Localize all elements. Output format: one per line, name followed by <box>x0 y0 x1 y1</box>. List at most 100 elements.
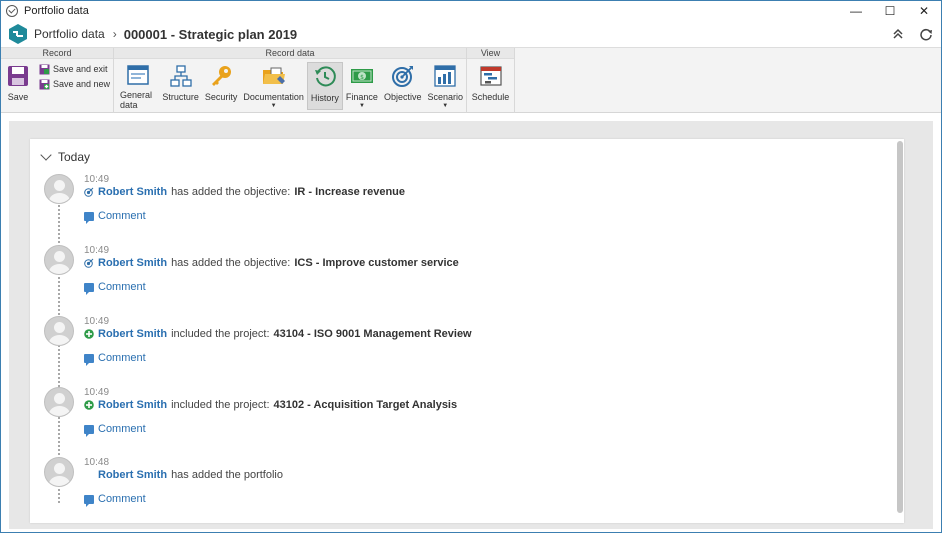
entry-text: Robert Smith has added the objective: IR… <box>84 186 405 198</box>
entry-target: ICS - Improve customer service <box>294 257 459 269</box>
user-link[interactable]: Robert Smith <box>98 186 167 198</box>
finance-button[interactable]: $ Finance ▼ <box>343 62 381 110</box>
vertical-scrollbar[interactable] <box>897 141 903 513</box>
structure-icon <box>169 65 192 87</box>
section-toggle-today[interactable]: Today <box>40 149 90 164</box>
entry-action: included the project: <box>171 328 270 340</box>
entry-time: 10:49 <box>84 174 110 185</box>
scenario-label: Scenario <box>427 92 463 102</box>
timeline-entry: 10:49 Robert Smith has added the objecti… <box>44 174 884 234</box>
comment-label: Comment <box>98 281 146 293</box>
comment-link[interactable]: Comment <box>84 352 146 366</box>
entry-action: included the project: <box>171 399 270 411</box>
entry-action: has added the objective: <box>171 186 291 198</box>
user-link[interactable]: Robert Smith <box>98 328 167 340</box>
general-data-label: General data <box>120 90 153 110</box>
minimize-button[interactable]: — <box>839 1 873 21</box>
refresh-icon[interactable] <box>917 25 935 43</box>
entry-text: Robert Smith has added the objective: IC… <box>84 257 459 269</box>
history-timeline-card: Today 10:49 Robert Smith has added the o… <box>30 139 904 523</box>
finance-label: Finance <box>345 92 378 102</box>
entry-time: 10:48 <box>84 457 110 468</box>
app-window: Portfolio data — ☐ ✕ Portfolio data › 00… <box>0 0 942 533</box>
scenario-dropdown-icon: ▼ <box>442 103 449 109</box>
comment-icon <box>84 282 94 295</box>
structure-label: Structure <box>162 92 199 102</box>
entry-time: 10:49 <box>84 316 110 327</box>
user-link[interactable]: Robert Smith <box>98 469 167 481</box>
money-icon: $ <box>350 69 373 83</box>
comment-label: Comment <box>98 210 146 222</box>
save-and-exit-button[interactable]: Save and exit <box>39 63 110 75</box>
scenario-icon <box>434 65 456 87</box>
history-label: History <box>310 93 339 103</box>
comment-label: Comment <box>98 423 146 435</box>
ribbon-toolbar: Record Save Save and exit Save and new R… <box>1 47 941 113</box>
scenario-button[interactable]: Scenario ▼ <box>424 62 466 110</box>
comment-link[interactable]: Comment <box>84 493 146 507</box>
timeline-entry: 10:48 Robert Smith has added the portfol… <box>44 457 884 517</box>
entry-icon-placeholder <box>84 470 94 480</box>
add-icon <box>84 400 94 410</box>
security-button[interactable]: Security <box>202 62 241 110</box>
documentation-button[interactable]: Documentation ▼ <box>240 62 307 110</box>
history-content-area: Today 10:49 Robert Smith has added the o… <box>9 121 933 529</box>
comment-link[interactable]: Comment <box>84 281 146 295</box>
title-bar: Portfolio data — ☐ ✕ <box>1 1 941 21</box>
avatar <box>44 245 74 275</box>
ribbon-group-record: Record Save Save and exit Save and new <box>1 48 114 113</box>
app-check-icon <box>6 5 18 17</box>
user-link[interactable]: Robert Smith <box>98 399 167 411</box>
entry-text: Robert Smith included the project: 43104… <box>84 328 472 340</box>
breadcrumb[interactable]: Portfolio data <box>34 27 105 41</box>
header-actions <box>889 25 935 43</box>
save-and-new-label: Save and new <box>53 79 111 89</box>
group-label-view: View <box>467 48 514 59</box>
maximize-button[interactable]: ☐ <box>873 1 907 21</box>
breadcrumb-separator-icon: › <box>112 27 117 41</box>
entry-action: has added the objective: <box>171 257 291 269</box>
finance-dropdown-icon: ▼ <box>358 103 365 109</box>
history-button[interactable]: History <box>306 62 343 110</box>
objective-icon <box>84 187 94 197</box>
avatar <box>44 387 74 417</box>
save-and-new-button[interactable]: Save and new <box>39 78 110 90</box>
timeline-entry: 10:49 Robert Smith included the project:… <box>44 316 884 376</box>
user-link[interactable]: Robert Smith <box>98 257 167 269</box>
structure-button[interactable]: Structure <box>159 62 202 110</box>
folder-document-icon <box>262 67 285 84</box>
save-button[interactable]: Save <box>1 62 35 110</box>
save-label: Save <box>7 92 29 102</box>
chevron-down-icon <box>40 149 52 161</box>
schedule-button[interactable]: Schedule <box>469 62 513 110</box>
comment-link[interactable]: Comment <box>84 210 146 224</box>
save-exit-icon <box>39 64 50 74</box>
comment-icon <box>84 353 94 366</box>
ribbon-group-record-data: Record data General data Structure Secur… <box>114 48 467 113</box>
save-icon <box>8 66 28 86</box>
group-label-record-data: Record data <box>114 48 466 59</box>
entry-time: 10:49 <box>84 245 110 256</box>
history-icon <box>314 66 336 87</box>
documentation-label: Documentation <box>243 92 304 102</box>
timeline-entry: 10:49 Robert Smith included the project:… <box>44 387 884 447</box>
key-icon <box>212 66 232 86</box>
security-label: Security <box>204 92 238 102</box>
comment-label: Comment <box>98 493 146 505</box>
comment-label: Comment <box>98 352 146 364</box>
save-and-exit-label: Save and exit <box>53 64 108 74</box>
general-data-button[interactable]: General data <box>117 62 159 110</box>
entry-target: 43104 - ISO 9001 Management Review <box>273 328 472 340</box>
collapse-up-icon[interactable] <box>889 25 907 43</box>
schedule-icon <box>479 66 502 86</box>
close-button[interactable]: ✕ <box>907 1 941 21</box>
entry-text: Robert Smith has added the portfolio <box>84 469 287 481</box>
record-header: Portfolio data › 000001 - Strategic plan… <box>1 21 941 47</box>
objective-button[interactable]: Objective <box>381 62 425 110</box>
comment-link[interactable]: Comment <box>84 423 146 437</box>
add-icon <box>84 329 94 339</box>
window-controls: — ☐ ✕ <box>839 1 941 21</box>
portfolio-logo-icon <box>8 24 28 44</box>
group-label-record: Record <box>1 48 113 59</box>
comment-icon <box>84 494 94 507</box>
